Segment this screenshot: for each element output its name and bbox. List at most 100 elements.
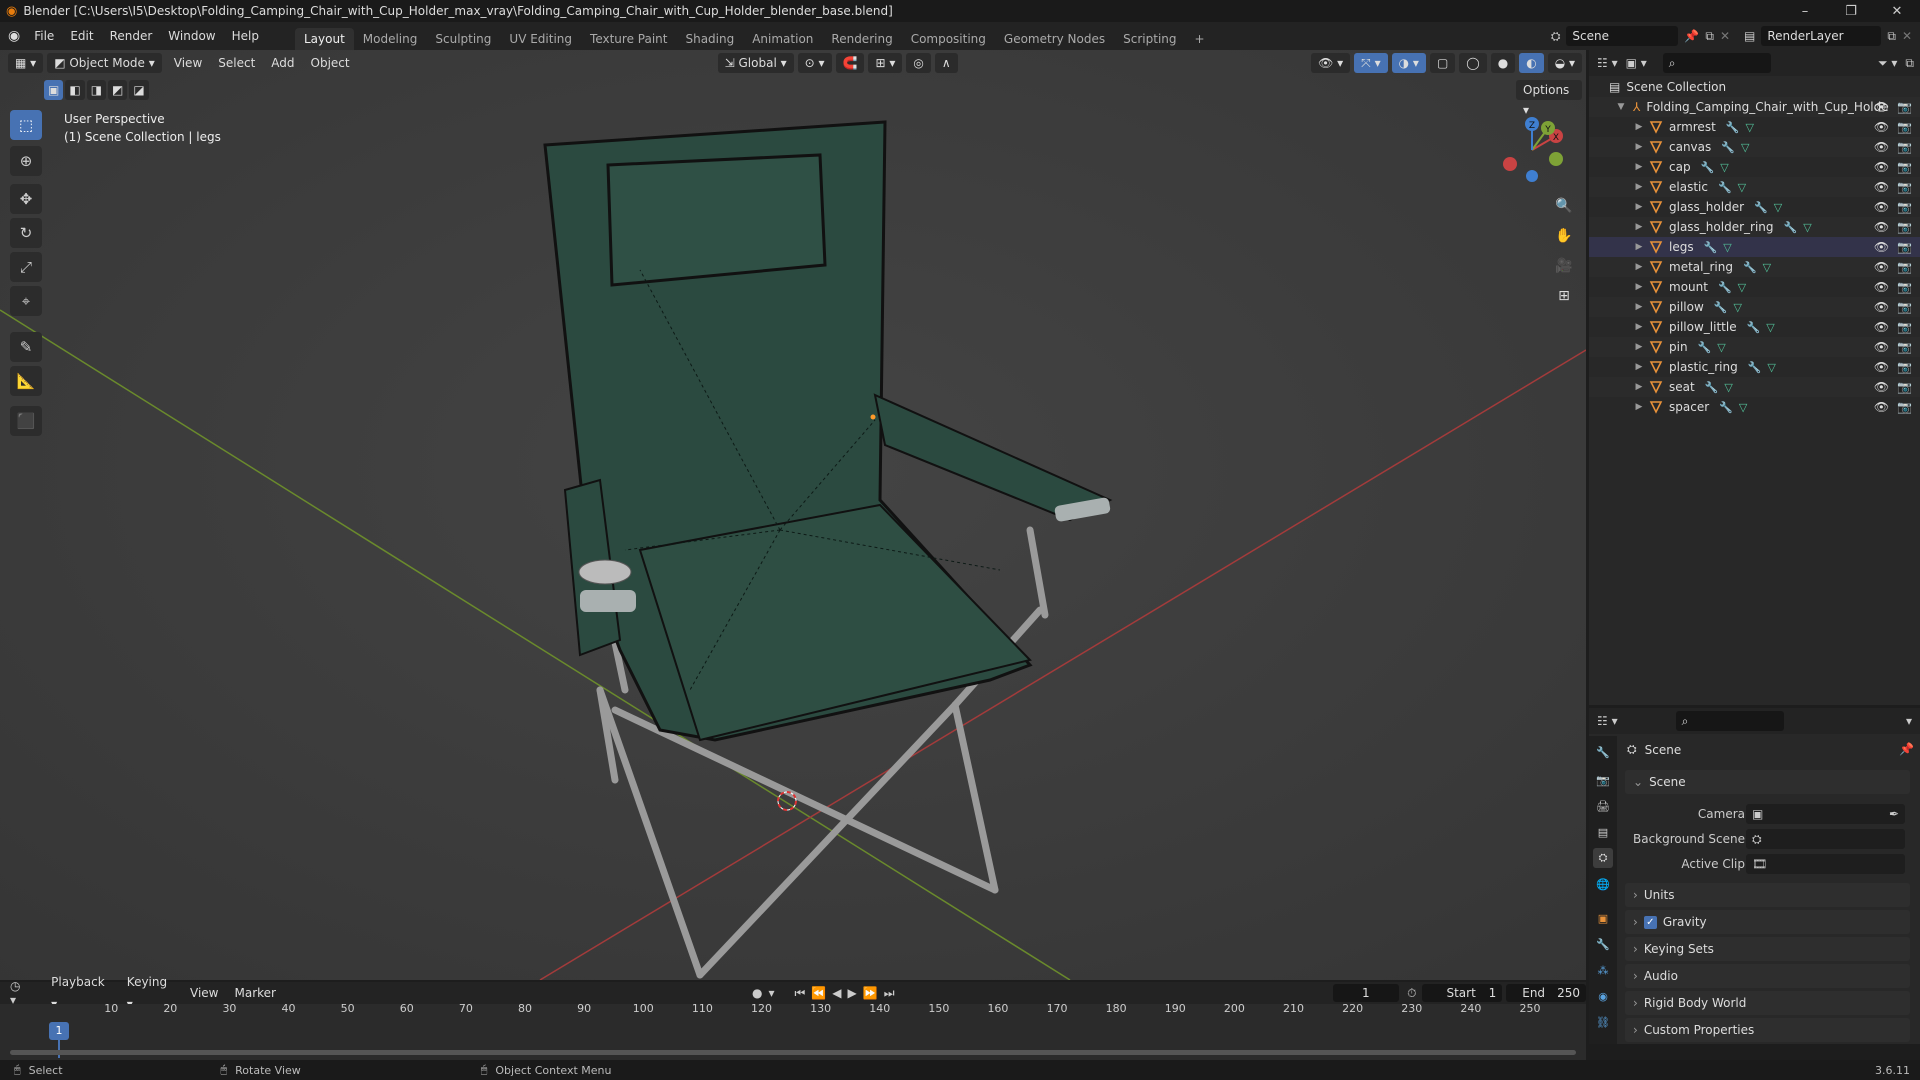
pin-icon[interactable]: 📌 xyxy=(1684,29,1699,43)
expand-object-icon[interactable]: ▶ xyxy=(1633,202,1645,212)
render-camera-icon[interactable]: 📷 xyxy=(1897,100,1912,114)
measure-tool[interactable]: 📐 xyxy=(10,366,42,396)
render-camera-icon[interactable]: 📷 xyxy=(1897,240,1912,254)
modifier-wrench-icon[interactable]: 🔧 xyxy=(1748,361,1762,374)
shading-material-icon[interactable]: ◐ xyxy=(1519,53,1544,73)
tab-geometry-nodes[interactable]: Geometry Nodes xyxy=(995,28,1114,50)
outliner-row-plastic-ring[interactable]: ▶ plastic_ring 🔧 ▽ 👁 📷 xyxy=(1589,357,1920,377)
expand-collection-icon[interactable]: ▼ xyxy=(1615,102,1627,112)
3d-viewport[interactable]: ▦ ▾ ◩ Object Mode ▾ View Select Add Obje… xyxy=(0,50,1586,980)
xray-toggle-icon[interactable]: ▢ xyxy=(1429,53,1456,73)
rigid-body-world-panel-header[interactable]: › Rigid Body World xyxy=(1625,991,1910,1015)
background-scene-field[interactable]: ⛭ xyxy=(1746,829,1905,849)
mesh-data-icon[interactable]: ▽ xyxy=(1767,361,1775,374)
expand-object-icon[interactable]: ▶ xyxy=(1633,302,1645,312)
playhead[interactable]: 1 xyxy=(49,1022,69,1040)
mesh-data-icon[interactable]: ▽ xyxy=(1717,341,1725,354)
outliner-editor-type-icon[interactable]: ☷ ▾ xyxy=(1597,56,1618,70)
outliner-row-spacer[interactable]: ▶ spacer 🔧 ▽ 👁 📷 xyxy=(1589,397,1920,417)
world-tab-icon[interactable]: 🌐 xyxy=(1593,874,1613,894)
outliner-row-glass-holder-ring[interactable]: ▶ glass_holder_ring 🔧 ▽ 👁 📷 xyxy=(1589,217,1920,237)
visibility-eye-icon[interactable]: 👁 xyxy=(1874,340,1889,354)
modifier-wrench-icon[interactable]: 🔧 xyxy=(1754,201,1768,214)
physics-tab-icon[interactable]: ◉ xyxy=(1593,986,1613,1006)
modifier-wrench-icon[interactable]: 🔧 xyxy=(1698,341,1712,354)
modifier-wrench-icon[interactable]: 🔧 xyxy=(1726,121,1740,134)
transform-orientation-selector[interactable]: ⇲ Global ▾ xyxy=(717,53,794,73)
menu-edit[interactable]: Edit xyxy=(62,22,101,50)
render-camera-icon[interactable]: 📷 xyxy=(1897,120,1912,134)
tab-modeling[interactable]: Modeling xyxy=(354,28,427,50)
expand-object-icon[interactable]: ▶ xyxy=(1633,222,1645,232)
visibility-eye-icon[interactable]: 👁 xyxy=(1874,380,1889,394)
mesh-data-icon[interactable]: ▽ xyxy=(1733,301,1741,314)
tab-scripting[interactable]: Scripting xyxy=(1114,28,1185,50)
mesh-data-icon[interactable]: ▽ xyxy=(1720,161,1728,174)
gizmo-toggle-icon[interactable]: ⤧ ▾ xyxy=(1354,53,1388,73)
shading-solid-icon[interactable]: ● xyxy=(1490,53,1516,73)
mesh-data-icon[interactable]: ▽ xyxy=(1774,201,1782,214)
tab-layout[interactable]: Layout xyxy=(294,28,354,50)
camera-view-icon[interactable]: 🎥 xyxy=(1551,253,1577,279)
timeline-menu-marker[interactable]: Marker xyxy=(227,982,284,1004)
cursor-tool[interactable]: ⊕ xyxy=(10,146,42,176)
mesh-data-icon[interactable]: ▽ xyxy=(1738,281,1746,294)
minimize-button[interactable]: – xyxy=(1782,4,1828,19)
expand-object-icon[interactable]: ▶ xyxy=(1633,382,1645,392)
visibility-eye-icon[interactable]: 👁 xyxy=(1874,320,1889,334)
start-frame-field[interactable]: Start 1 xyxy=(1422,984,1503,1002)
viewport-menu-object[interactable]: Object xyxy=(303,50,358,76)
menu-window[interactable]: Window xyxy=(160,22,223,50)
modifier-wrench-icon[interactable]: 🔧 xyxy=(1718,281,1732,294)
shading-wireframe-icon[interactable]: ◯ xyxy=(1459,53,1487,73)
render-camera-icon[interactable]: 📷 xyxy=(1897,380,1912,394)
render-camera-icon[interactable]: 📷 xyxy=(1897,300,1912,314)
modifier-wrench-icon[interactable]: 🔧 xyxy=(1721,141,1735,154)
shading-rendered-icon[interactable]: ◒ ▾ xyxy=(1547,53,1582,73)
snap-toggle[interactable]: 🧲 xyxy=(835,53,865,73)
expand-object-icon[interactable]: ▶ xyxy=(1633,342,1645,352)
camera-field[interactable]: ▣ ✒ xyxy=(1746,804,1905,824)
render-camera-icon[interactable]: 📷 xyxy=(1897,260,1912,274)
properties-search-input[interactable]: ⌕ xyxy=(1675,711,1784,731)
rotate-tool[interactable]: ↻ xyxy=(10,218,42,248)
transform-tool[interactable]: ⌖ xyxy=(10,286,42,316)
outliner-row-mount[interactable]: ▶ mount 🔧 ▽ 👁 📷 xyxy=(1589,277,1920,297)
current-frame-field[interactable]: 1 xyxy=(1332,984,1400,1002)
outliner-search-input[interactable]: ⌕ xyxy=(1662,53,1771,73)
maximize-button[interactable]: ❐ xyxy=(1828,4,1874,19)
outliner-row-pin[interactable]: ▶ pin 🔧 ▽ 👁 📷 xyxy=(1589,337,1920,357)
modifier-wrench-icon[interactable]: 🔧 xyxy=(1704,241,1718,254)
visibility-eye-icon[interactable]: 👁 xyxy=(1874,160,1889,174)
active-clip-field[interactable]: 🎞 xyxy=(1746,854,1905,874)
visibility-eye-icon[interactable]: 👁 xyxy=(1874,280,1889,294)
outliner-row-glass-holder[interactable]: ▶ glass_holder 🔧 ▽ 👁 📷 xyxy=(1589,197,1920,217)
viewport-menu-select[interactable]: Select xyxy=(210,50,263,76)
outliner-row-pillow-little[interactable]: ▶ pillow_little 🔧 ▽ 👁 📷 xyxy=(1589,317,1920,337)
mesh-data-icon[interactable]: ▽ xyxy=(1723,241,1731,254)
object-visibility-icon[interactable]: 👁 ▾ xyxy=(1311,53,1351,73)
remove-scene-icon[interactable]: ✕ xyxy=(1720,29,1730,43)
outliner-row-metal-ring[interactable]: ▶ metal_ring 🔧 ▽ 👁 📷 xyxy=(1589,257,1920,277)
view-layer-icon[interactable]: ▤ xyxy=(1744,29,1755,43)
record-button-icon[interactable]: ● xyxy=(752,986,762,1000)
play-reverse-icon[interactable]: ◀ xyxy=(832,986,841,1000)
mesh-data-icon[interactable]: ▽ xyxy=(1745,121,1753,134)
expand-object-icon[interactable]: ▶ xyxy=(1633,322,1645,332)
visibility-eye-icon[interactable]: 👁 xyxy=(1874,300,1889,314)
jump-end-icon[interactable]: ⏭ xyxy=(884,986,895,1001)
tab-shading[interactable]: Shading xyxy=(676,28,743,50)
jump-keyframe-back-icon[interactable]: ⏪ xyxy=(811,986,826,1000)
mesh-data-icon[interactable]: ▽ xyxy=(1724,381,1732,394)
add-workspace-button[interactable]: + xyxy=(1186,28,1214,50)
expand-object-icon[interactable]: ▶ xyxy=(1633,242,1645,252)
tool-tab-icon[interactable]: 🔧 xyxy=(1593,742,1613,762)
mesh-data-icon[interactable]: ▽ xyxy=(1739,401,1747,414)
expand-object-icon[interactable]: ▶ xyxy=(1633,262,1645,272)
viewport-menu-view[interactable]: View xyxy=(166,50,210,76)
add-cube-tool[interactable]: ⬛ xyxy=(10,406,42,436)
close-button[interactable]: ✕ xyxy=(1874,4,1920,19)
gravity-checkbox[interactable]: ✓ xyxy=(1643,915,1657,929)
mesh-data-icon[interactable]: ▽ xyxy=(1741,141,1749,154)
object-tab-icon[interactable]: ▣ xyxy=(1593,908,1613,928)
